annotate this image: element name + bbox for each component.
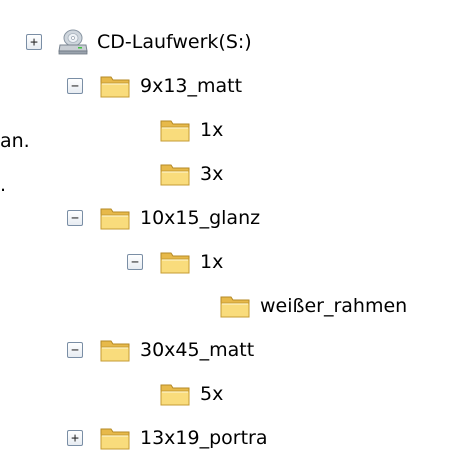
folder-icon	[99, 424, 131, 452]
cd-drive-icon	[57, 28, 89, 56]
folder-icon	[99, 336, 131, 364]
collapse-button[interactable]: −	[127, 254, 143, 270]
folder-icon	[99, 204, 131, 232]
tree-item-label: 30x45_matt	[140, 339, 255, 361]
expand-button[interactable]: +	[26, 34, 42, 50]
tree-item-folder[interactable]: − 10x15_glanz	[0, 196, 469, 240]
tree-item-folder[interactable]: + 13x19_portra	[0, 416, 469, 460]
tree-item-label: weißer_rahmen	[260, 295, 408, 317]
tree-item-folder[interactable]: − 30x45_matt	[0, 328, 469, 372]
tree-item-label: CD-Laufwerk(S:)	[97, 31, 252, 53]
tree-item-label: 10x15_glanz	[140, 207, 261, 229]
tree-item-label: 9x13_matt	[140, 75, 243, 97]
tree-item-label: 1x	[200, 251, 224, 273]
tree-item-label: 3x	[200, 163, 224, 185]
tree-item-folder[interactable]: 3x	[0, 152, 469, 196]
folder-icon	[99, 72, 131, 100]
folder-icon	[159, 116, 191, 144]
tree-item-cd-drive[interactable]: + CD-Laufwerk(S:)	[0, 20, 469, 64]
collapse-button[interactable]: −	[67, 342, 83, 358]
folder-icon	[159, 160, 191, 188]
folder-icon	[159, 248, 191, 276]
tree-item-folder[interactable]: 1x	[0, 108, 469, 152]
tree-item-folder[interactable]: − 9x13_matt	[0, 64, 469, 108]
tree-item-folder[interactable]: 5x	[0, 372, 469, 416]
tree-item-label: 5x	[200, 383, 224, 405]
tree-item-label: 13x19_portra	[140, 427, 268, 449]
folder-icon	[219, 292, 251, 320]
tree-item-label: 1x	[200, 119, 224, 141]
collapse-button[interactable]: −	[67, 210, 83, 226]
tree-item-folder[interactable]: − 1x	[0, 240, 469, 284]
collapse-button[interactable]: −	[67, 78, 83, 94]
expand-button[interactable]: +	[67, 430, 83, 446]
tree-item-folder[interactable]: weißer_rahmen	[0, 284, 469, 328]
folder-icon	[159, 380, 191, 408]
